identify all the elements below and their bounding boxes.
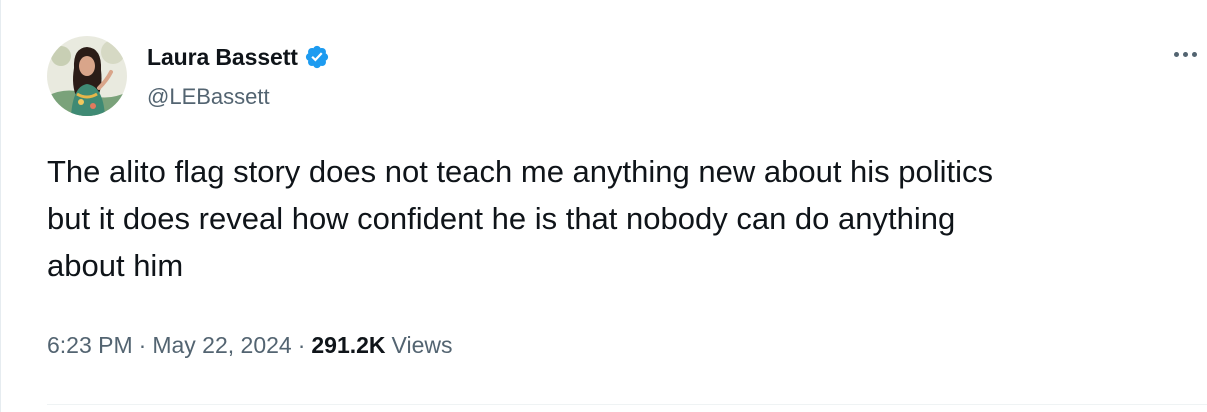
meta-separator: ·	[138, 332, 147, 358]
views-label: Views	[391, 332, 453, 358]
more-horizontal-icon[interactable]	[1167, 40, 1203, 68]
tweet-date[interactable]: May 22, 2024	[152, 332, 291, 359]
tweet-card: Laura Bassett @LEBassett The alito flag …	[0, 0, 1207, 412]
more-dot	[1191, 51, 1197, 57]
more-dot	[1173, 51, 1179, 57]
author-handle[interactable]: @LEBassett	[147, 84, 270, 110]
more-dot	[1182, 51, 1188, 57]
avatar[interactable]	[47, 36, 127, 116]
author-name-row: Laura Bassett	[147, 42, 330, 72]
meta-separator: ·	[297, 332, 306, 358]
tweet-meta: 6:23 PM · May 22, 2024 · 291.2K Views	[47, 332, 452, 359]
verified-badge-icon[interactable]	[304, 44, 330, 70]
tweet-text: The alito flag story does not teach me a…	[47, 154, 994, 283]
author-display-name[interactable]: Laura Bassett	[147, 44, 298, 71]
views-count[interactable]: 291.2K	[311, 332, 385, 359]
divider	[47, 404, 1207, 405]
tweet-time[interactable]: 6:23 PM	[47, 332, 133, 359]
